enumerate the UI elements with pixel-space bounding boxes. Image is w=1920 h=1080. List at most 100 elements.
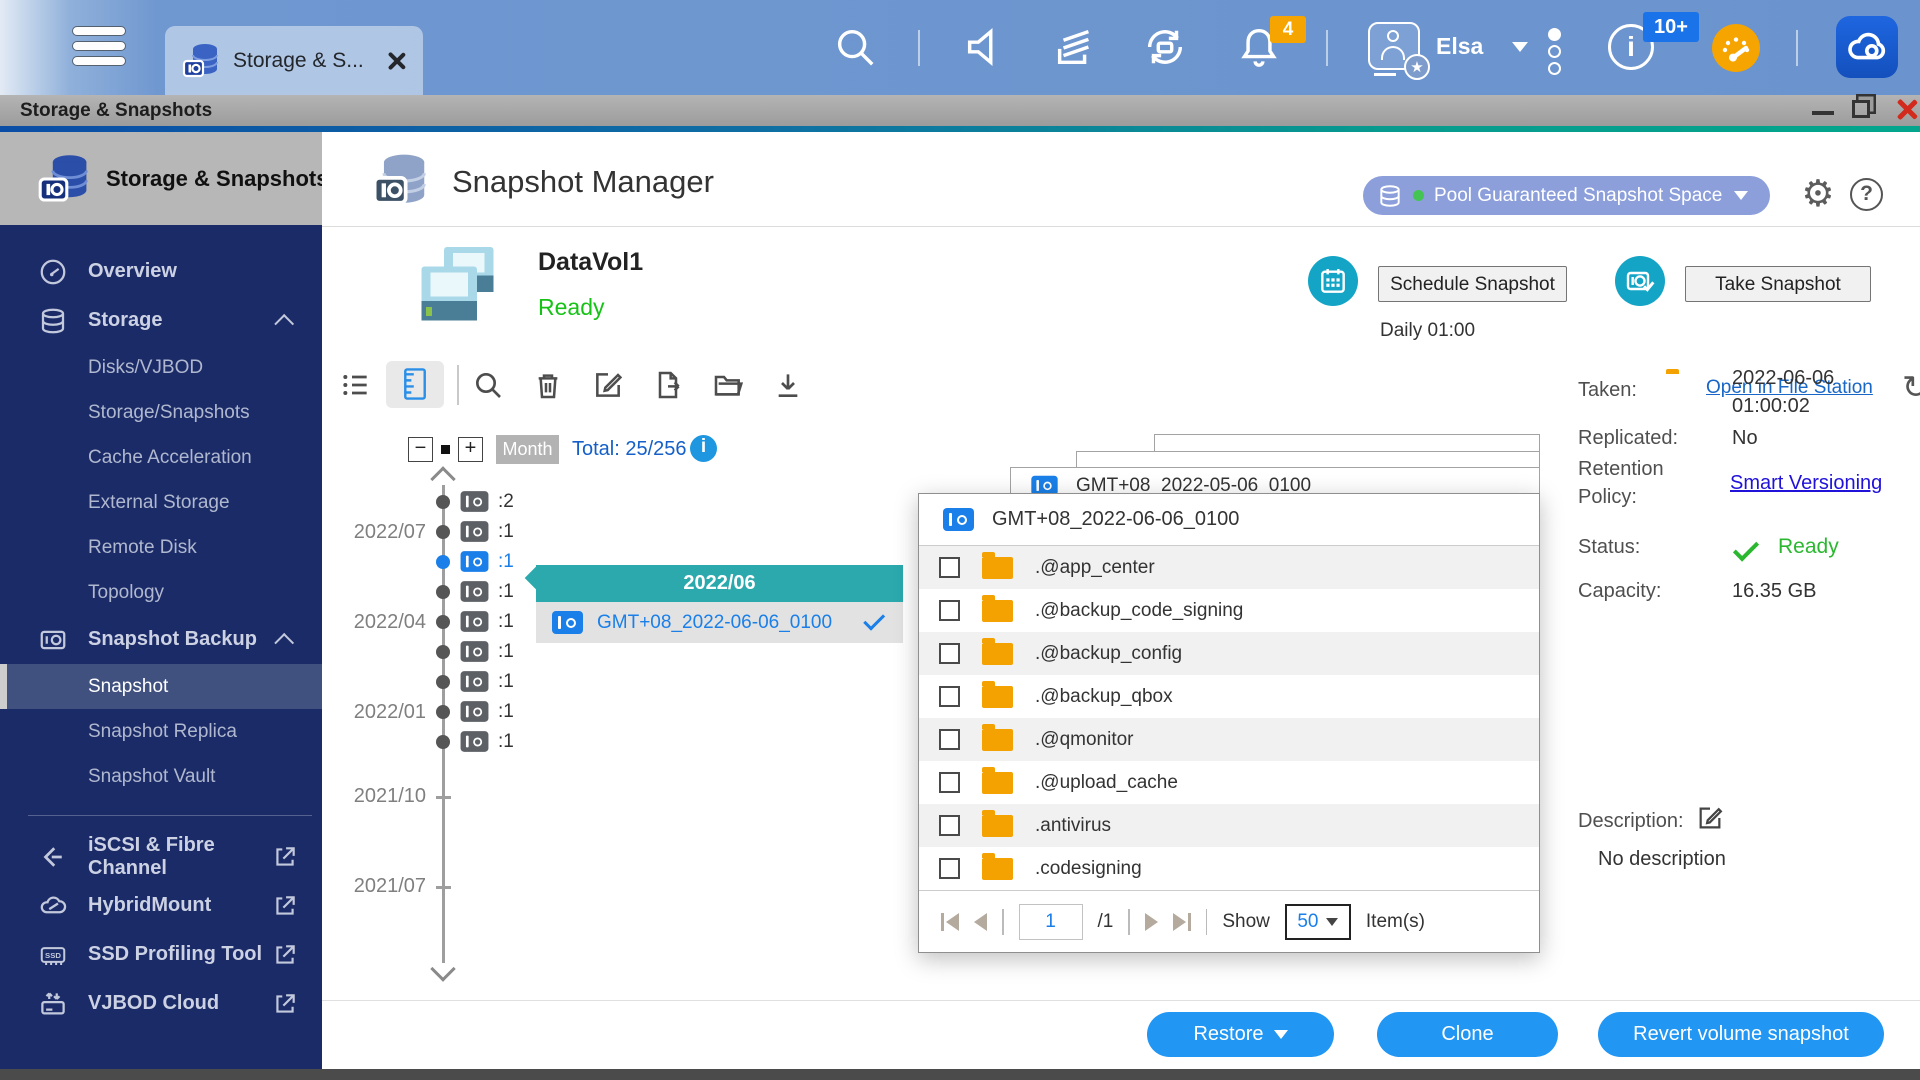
file-row-upload-cache[interactable]: .@upload_cache bbox=[919, 761, 1539, 804]
next-page-icon[interactable] bbox=[1145, 913, 1158, 931]
settings-gear-icon[interactable] bbox=[1798, 174, 1838, 214]
list-view-icon[interactable] bbox=[340, 369, 372, 401]
info-icon[interactable] bbox=[690, 435, 717, 462]
tab-close-icon[interactable] bbox=[385, 50, 407, 72]
take-snapshot-button[interactable]: Take Snapshot bbox=[1685, 266, 1871, 302]
replicated-value: No bbox=[1732, 427, 1758, 450]
main-menu-icon[interactable] bbox=[72, 21, 130, 75]
first-page-icon[interactable] bbox=[941, 913, 959, 931]
checkbox[interactable] bbox=[939, 729, 960, 750]
checkbox[interactable] bbox=[939, 858, 960, 879]
sidebar-item-label: External Storage bbox=[88, 492, 230, 514]
sidebar-item-storage-snapshots[interactable]: Storage/Snapshots bbox=[0, 390, 322, 435]
timeline-dot bbox=[436, 705, 450, 719]
snapshot-camera-icon bbox=[552, 611, 583, 634]
page-size-dropdown[interactable]: 50 bbox=[1285, 904, 1351, 940]
sidebar-item-disks-vjbod[interactable]: Disks/VJBOD bbox=[0, 345, 322, 390]
smart-versioning-link[interactable]: Smart Versioning bbox=[1730, 472, 1882, 495]
file-name: .@backup_config bbox=[1035, 643, 1182, 665]
timeline-view-button[interactable] bbox=[386, 361, 444, 408]
search-snapshot-icon[interactable] bbox=[472, 369, 504, 401]
previous-page-icon[interactable] bbox=[974, 913, 987, 931]
sidebar-item-cache-acceleration[interactable]: Cache Acceleration bbox=[0, 435, 322, 480]
clone-label: Clone bbox=[1441, 1023, 1493, 1046]
minimize-icon[interactable] bbox=[1812, 111, 1834, 115]
user-avatar[interactable]: ★ bbox=[1368, 22, 1420, 70]
checkbox[interactable] bbox=[939, 557, 960, 578]
snapshot-count: :1 bbox=[498, 609, 514, 635]
sidebar-item-snapshot-vault[interactable]: Snapshot Vault bbox=[0, 754, 322, 799]
sidebar-item-snapshot[interactable]: Snapshot bbox=[0, 664, 322, 709]
background-tasks-icon[interactable] bbox=[1052, 24, 1098, 70]
browse-folder-icon[interactable] bbox=[712, 369, 744, 401]
close-icon[interactable] bbox=[1896, 98, 1918, 120]
sidebar-item-overview[interactable]: Overview bbox=[0, 247, 322, 296]
file-name: .@upload_cache bbox=[1035, 772, 1178, 794]
checkbox[interactable] bbox=[939, 772, 960, 793]
snapshot-count: :1 bbox=[498, 549, 514, 575]
sidebar-item-snapshot-backup[interactable]: Snapshot Backup bbox=[0, 615, 322, 664]
export-snapshot-icon[interactable] bbox=[652, 369, 684, 401]
checkbox[interactable] bbox=[939, 686, 960, 707]
file-row-antivirus[interactable]: .antivirus bbox=[919, 804, 1539, 847]
notification-speaker-icon[interactable] bbox=[962, 24, 1008, 70]
selected-month-header: 2022/06 bbox=[536, 565, 903, 602]
zoom-slider-knob[interactable] bbox=[441, 445, 450, 454]
sidebar-item-iscsi-fibre-channel[interactable]: iSCSI & Fibre Channel bbox=[0, 832, 322, 881]
clone-button[interactable]: Clone bbox=[1377, 1012, 1558, 1057]
app-tab-storage-snapshots[interactable]: Storage & S... bbox=[165, 26, 423, 95]
folder-icon bbox=[982, 686, 1013, 708]
more-options-icon[interactable] bbox=[1548, 24, 1562, 79]
page-number-input[interactable] bbox=[1019, 904, 1083, 940]
sidebar-item-remote-disk[interactable]: Remote Disk bbox=[0, 525, 322, 570]
zoom-in-button[interactable] bbox=[458, 437, 483, 462]
sidebar-item-label: Storage bbox=[88, 309, 162, 332]
checkbox[interactable] bbox=[939, 643, 960, 664]
timeline-dot bbox=[436, 615, 450, 629]
file-row-backup-code-signing[interactable]: .@backup_code_signing bbox=[919, 589, 1539, 632]
refresh-icon-clipped[interactable]: ↻ bbox=[1902, 368, 1920, 404]
sync-icon[interactable] bbox=[1142, 24, 1188, 70]
zoom-out-button[interactable] bbox=[408, 437, 433, 462]
sidebar-item-storage[interactable]: Storage bbox=[0, 296, 322, 345]
myqnapcloud-icon[interactable] bbox=[1836, 16, 1898, 78]
user-menu-caret-icon[interactable] bbox=[1512, 42, 1528, 52]
file-row-backup-config[interactable]: .@backup_config bbox=[919, 632, 1539, 675]
chevron-up-icon bbox=[274, 632, 294, 652]
snapshot-count: :1 bbox=[498, 579, 514, 605]
file-row-backup-qbox[interactable]: .@backup_qbox bbox=[919, 675, 1539, 718]
take-snapshot-camera-icon[interactable] bbox=[1615, 256, 1665, 306]
file-row-codesigning[interactable]: .codesigning bbox=[919, 847, 1539, 890]
sidebar-item-snapshot-replica[interactable]: Snapshot Replica bbox=[0, 709, 322, 754]
edit-description-icon[interactable] bbox=[1696, 804, 1724, 832]
resource-monitor-icon[interactable] bbox=[1712, 24, 1760, 72]
selected-month-popup: 2022/06 GMT+08_2022-06-06_0100 bbox=[536, 565, 903, 643]
snapshot-count: :1 bbox=[498, 669, 514, 695]
download-icon[interactable] bbox=[772, 369, 804, 401]
file-row-qmonitor[interactable]: .@qmonitor bbox=[919, 718, 1539, 761]
delete-snapshot-icon[interactable] bbox=[532, 369, 564, 401]
sidebar-item-topology[interactable]: Topology bbox=[0, 570, 322, 615]
file-row-app-center[interactable]: .@app_center bbox=[919, 546, 1539, 589]
schedule-snapshot-button[interactable]: Schedule Snapshot bbox=[1378, 266, 1567, 302]
user-name[interactable]: Elsa bbox=[1436, 33, 1483, 60]
timeline-dot bbox=[436, 555, 450, 569]
help-icon[interactable] bbox=[1850, 178, 1883, 211]
schedule-calendar-icon[interactable] bbox=[1308, 256, 1358, 306]
pool-space-dropdown[interactable]: Pool Guaranteed Snapshot Space bbox=[1363, 176, 1770, 215]
edit-snapshot-icon[interactable] bbox=[592, 369, 624, 401]
selected-snapshot-row[interactable]: GMT+08_2022-06-06_0100 bbox=[536, 602, 903, 643]
checkbox[interactable] bbox=[939, 600, 960, 621]
maximize-icon[interactable] bbox=[1852, 100, 1870, 118]
restore-button[interactable]: Restore bbox=[1147, 1012, 1334, 1057]
sidebar-item-hybridmount[interactable]: HybridMount bbox=[0, 881, 322, 930]
revert-volume-snapshot-button[interactable]: Revert volume snapshot bbox=[1598, 1012, 1884, 1057]
last-page-icon[interactable] bbox=[1173, 913, 1191, 931]
sidebar-item-vjbod-cloud[interactable]: VJBOD Cloud bbox=[0, 979, 322, 1028]
sidebar-item-external-storage[interactable]: External Storage bbox=[0, 480, 322, 525]
pool-space-label: Pool Guaranteed Snapshot Space bbox=[1434, 185, 1722, 207]
checkbox[interactable] bbox=[939, 815, 960, 836]
sidebar-item-ssd-profiling-tool[interactable]: SSDSSD Profiling Tool bbox=[0, 930, 322, 979]
file-name: .@backup_code_signing bbox=[1035, 600, 1243, 622]
search-icon[interactable] bbox=[832, 24, 878, 70]
